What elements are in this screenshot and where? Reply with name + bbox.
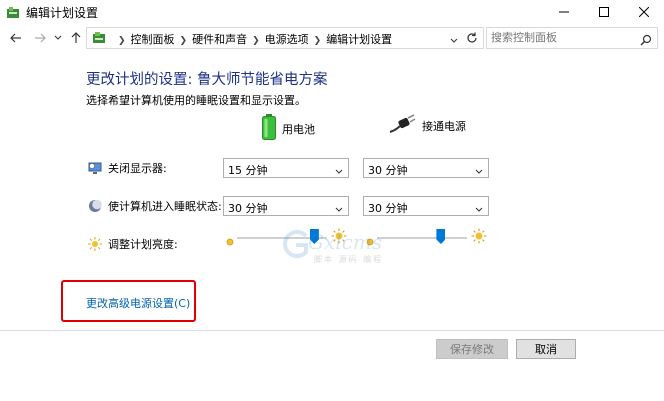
select-value: 30 分钟: [368, 164, 408, 177]
display-off-label: 关闭显示器:: [108, 162, 167, 175]
dim-sun-icon: [225, 232, 235, 251]
battery-column-label: 用电池: [282, 122, 315, 136]
slider-track: [377, 237, 467, 239]
sun-icon: [88, 237, 102, 251]
forward-arrow-icon[interactable]: [32, 30, 48, 46]
select-value: 30 分钟: [228, 202, 268, 215]
maximize-button[interactable]: [584, 0, 624, 24]
highlight-box: [61, 280, 196, 322]
breadcrumb-separator-icon: ❯: [118, 36, 126, 46]
search-input[interactable]: [491, 30, 631, 44]
breadcrumb-separator-icon: ❯: [179, 36, 188, 46]
watermark-subtext: 脚本 源码 编程: [314, 255, 384, 264]
breadcrumb-separator-icon: ❯: [252, 36, 260, 46]
control-panel-icon: [6, 5, 20, 19]
page-title: 更改计划的设置: 鲁大师节能省电方案: [86, 72, 328, 88]
battery-icon: [262, 114, 276, 143]
control-panel-icon: [91, 30, 107, 50]
footer-bar: 保存修改 取消: [0, 330, 664, 401]
display-off-row: 关闭显示器:: [88, 160, 167, 176]
address-history-chevron-icon[interactable]: [449, 31, 459, 50]
display-off-plugged-select[interactable]: 30 分钟: [363, 158, 489, 178]
sleep-label: 使计算机进入睡眠状态:: [108, 200, 222, 213]
moon-icon: [88, 199, 102, 213]
back-arrow-icon[interactable]: [8, 30, 24, 46]
sleep-battery-select[interactable]: 30 分钟: [223, 196, 349, 216]
display-off-battery-select[interactable]: 15 分钟: [223, 158, 349, 178]
select-value: 30 分钟: [368, 202, 408, 215]
navigation-bar: ❯ 控制面板 ❯ 硬件和声音 ❯ 电源选项 ❯ 编辑计划设置: [0, 24, 664, 52]
chevron-down-icon: [475, 165, 483, 178]
brightness-row: 调整计划亮度:: [88, 236, 178, 252]
battery-column-header: 用电池: [262, 114, 315, 143]
chevron-down-icon: [475, 203, 483, 216]
sleep-plugged-select[interactable]: 30 分钟: [363, 196, 489, 216]
cancel-button[interactable]: 取消: [516, 339, 576, 359]
brightness-label: 调整计划亮度:: [108, 238, 178, 251]
refresh-icon[interactable]: [465, 30, 479, 49]
plugged-column-label: 接通电源: [422, 119, 466, 133]
breadcrumb-item[interactable]: 编辑计划设置: [326, 33, 392, 46]
breadcrumb-item[interactable]: 电源选项: [265, 33, 309, 46]
breadcrumb-item[interactable]: 控制面板: [131, 33, 175, 46]
monitor-clock-icon: [88, 161, 102, 175]
window-title: 编辑计划设置: [26, 6, 99, 20]
page-subtitle: 选择希望计算机使用的睡眠设置和显示设置。: [86, 94, 306, 107]
watermark-logo: Gxlcms 脚本 源码 编程: [280, 228, 390, 268]
select-value: 15 分钟: [228, 164, 268, 177]
slider-thumb[interactable]: [436, 229, 446, 244]
watermark-g-icon: [283, 230, 308, 258]
power-plug-icon: [388, 114, 416, 137]
bright-sun-icon: [471, 228, 487, 248]
close-button[interactable]: [624, 0, 664, 24]
chevron-down-icon: [335, 203, 343, 216]
title-bar: 编辑计划设置: [0, 0, 664, 24]
watermark-text: Gxlcms: [308, 230, 383, 254]
sleep-row: 使计算机进入睡眠状态:: [88, 198, 222, 214]
breadcrumb-item[interactable]: 硬件和声音: [192, 33, 247, 46]
chevron-down-icon: [335, 165, 343, 178]
recent-dropdown-icon[interactable]: [50, 30, 66, 46]
save-changes-button[interactable]: 保存修改: [436, 339, 508, 359]
search-box[interactable]: [486, 27, 658, 49]
search-icon[interactable]: [640, 31, 652, 50]
breadcrumb-separator-icon: ❯: [313, 36, 322, 46]
minimize-button[interactable]: [544, 0, 584, 24]
plugged-column-header: 接通电源: [388, 114, 466, 137]
breadcrumb: ❯ 控制面板 ❯ 硬件和声音 ❯ 电源选项 ❯ 编辑计划设置: [113, 31, 392, 47]
address-bar[interactable]: ❯ 控制面板 ❯ 硬件和声音 ❯ 电源选项 ❯ 编辑计划设置: [86, 27, 484, 49]
up-arrow-icon[interactable]: [68, 30, 84, 46]
